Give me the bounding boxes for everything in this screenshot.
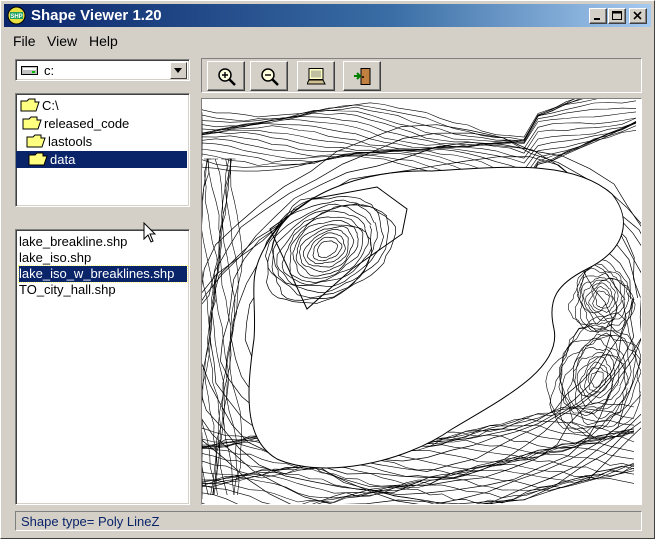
maximize-icon: [612, 11, 622, 20]
monitor-icon: [307, 68, 326, 85]
folder-item-lastools[interactable]: lastools: [16, 133, 187, 150]
folder-open-icon: [28, 152, 48, 166]
app-window: SHP Shape Viewer 1.20 File View Help c:: [0, 0, 655, 539]
zoom-in-icon: [218, 68, 236, 86]
chevron-down-icon: [174, 68, 182, 73]
exit-door-icon: [354, 68, 371, 85]
zoom-out-icon: [261, 68, 279, 86]
mouse-cursor-icon: [143, 222, 157, 243]
contour-map: [202, 99, 641, 504]
menu-file[interactable]: File: [13, 33, 36, 49]
folder-label: C:\: [42, 98, 59, 113]
title-bar[interactable]: SHP Shape Viewer 1.20: [4, 4, 651, 27]
zoom-in-button[interactable]: [207, 61, 245, 91]
file-item-lake-iso[interactable]: lake_iso.shp: [19, 250, 187, 266]
drive-dropdown-button[interactable]: [170, 62, 187, 79]
window-title: Shape Viewer 1.20: [31, 7, 162, 24]
map-viewer[interactable]: [201, 98, 642, 505]
fit-view-button[interactable]: [297, 61, 335, 91]
toolbar: [201, 58, 642, 93]
exit-button[interactable]: [343, 61, 381, 91]
file-item-to-city-hall[interactable]: TO_city_hall.shp: [19, 282, 187, 298]
file-item-lake-iso-w-breaklines[interactable]: lake_iso_w_breaklines.shp: [18, 265, 188, 283]
folder-item-data[interactable]: data: [16, 151, 187, 168]
minimize-icon: [594, 18, 600, 20]
menu-bar: File View Help: [4, 29, 651, 51]
close-button[interactable]: [629, 8, 647, 24]
menu-help[interactable]: Help: [89, 33, 118, 49]
app-logo-icon: SHP: [7, 6, 26, 25]
close-icon: [633, 11, 642, 20]
directory-tree[interactable]: C:\ released_code lastools data: [15, 93, 190, 207]
maximize-button[interactable]: [608, 8, 626, 24]
drive-label: c:: [44, 63, 55, 78]
folder-label: lastools: [48, 134, 93, 149]
zoom-out-button[interactable]: [250, 61, 288, 91]
folder-label: released_code: [44, 116, 130, 131]
folder-open-icon: [26, 134, 46, 148]
folder-open-icon: [20, 98, 40, 112]
status-bar: Shape type= Poly LineZ: [15, 511, 642, 531]
file-item-lake-breakline[interactable]: lake_breakline.shp: [19, 234, 187, 250]
folder-item-released-code[interactable]: released_code: [16, 115, 187, 132]
folder-open-icon: [22, 116, 42, 130]
folder-item-root[interactable]: C:\: [16, 97, 187, 114]
svg-text:SHP: SHP: [10, 14, 22, 20]
menu-view[interactable]: View: [47, 33, 77, 49]
drive-selector[interactable]: c:: [15, 59, 190, 81]
file-list[interactable]: lake_breakline.shp lake_iso.shp lake_iso…: [15, 229, 190, 505]
status-text: Shape type= Poly LineZ: [21, 514, 160, 529]
drive-icon: [21, 66, 38, 75]
folder-label: data: [50, 152, 76, 167]
minimize-button[interactable]: [589, 8, 607, 24]
